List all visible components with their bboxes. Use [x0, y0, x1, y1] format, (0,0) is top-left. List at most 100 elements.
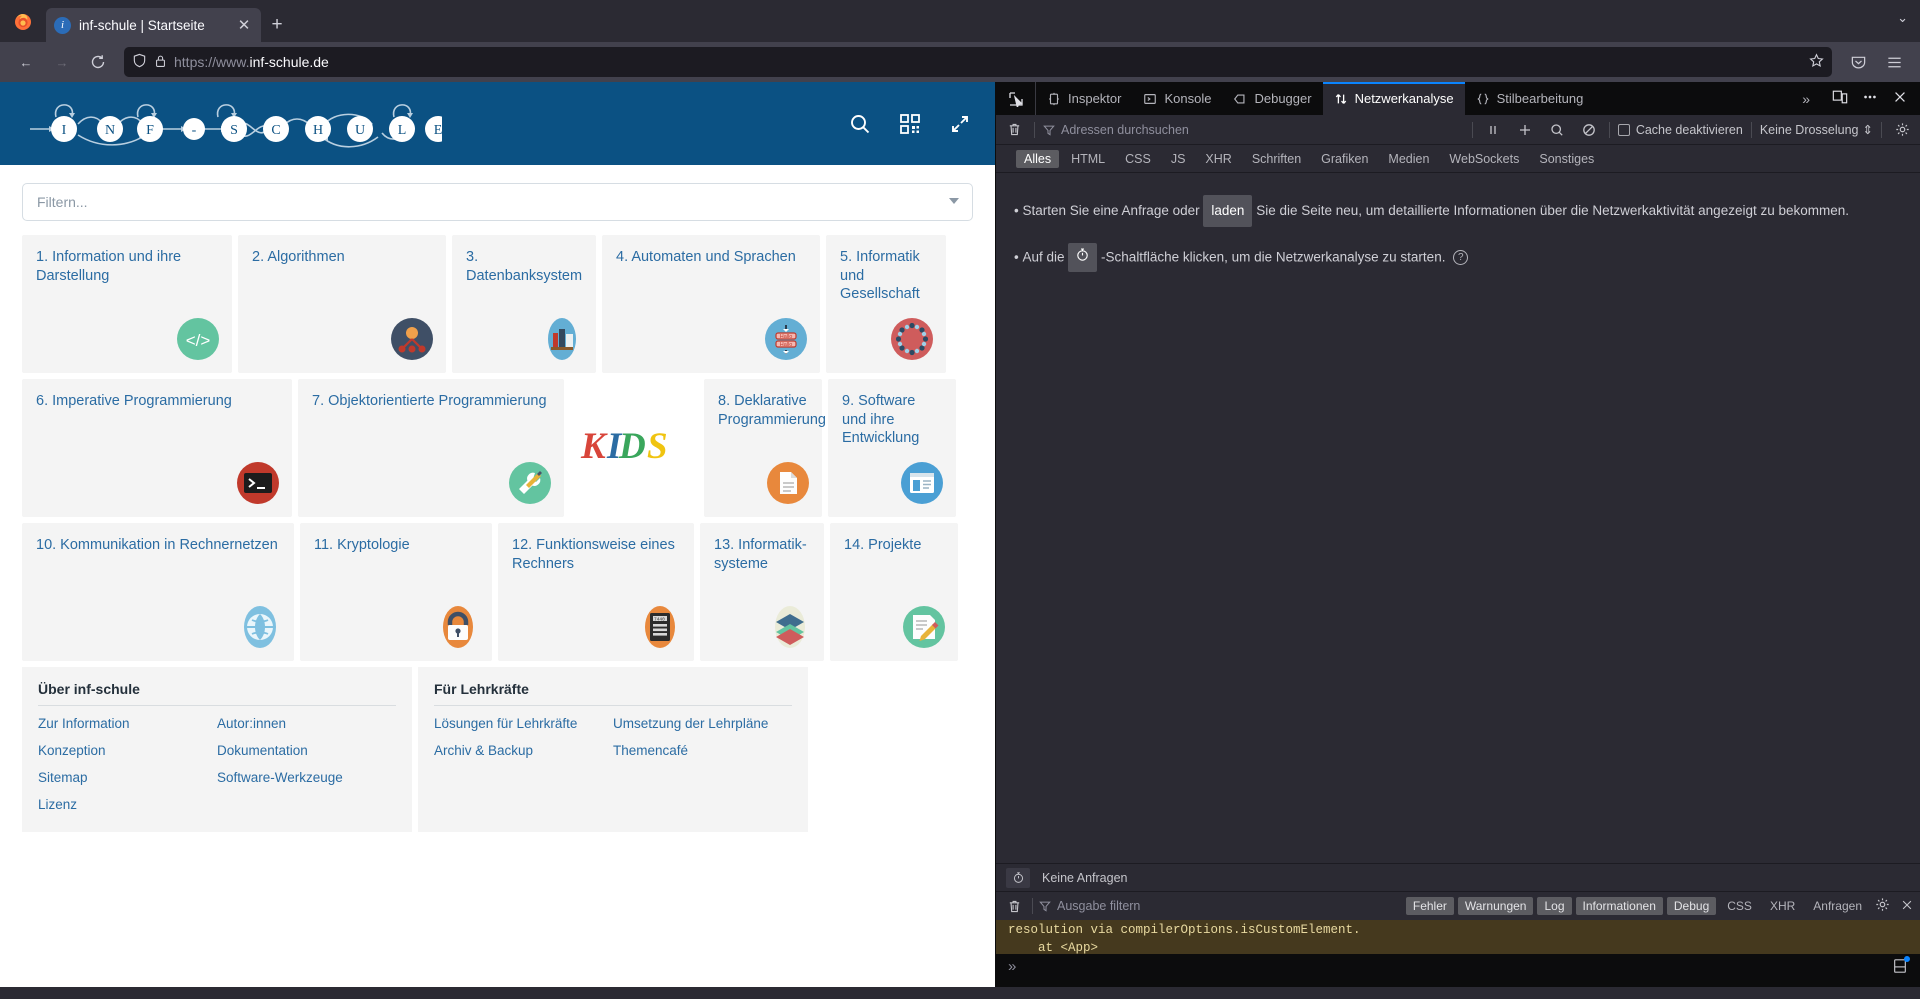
- chevron-updown-icon: ⇕: [1862, 123, 1873, 137]
- chevron-down-icon[interactable]: [949, 198, 959, 204]
- search-icon[interactable]: [1545, 119, 1569, 141]
- network-filter-xhr[interactable]: XHR: [1197, 150, 1239, 168]
- close-icon[interactable]: ✕: [235, 16, 253, 34]
- network-search-field[interactable]: Adressen durchsuchen: [1043, 123, 1464, 137]
- devtools-tab-inspektor[interactable]: Inspektor: [1036, 82, 1132, 115]
- console-filter-informationen[interactable]: Informationen: [1575, 897, 1663, 915]
- topic-card[interactable]: 4. Automaten und Sprachen Hallo Hallo: [602, 235, 820, 373]
- responsive-design-mode-icon[interactable]: [1832, 89, 1848, 108]
- filter-input[interactable]: [22, 183, 973, 221]
- console-warning-message[interactable]: resolution via compilerOptions.isCustomE…: [996, 920, 1920, 954]
- svg-text:-: -: [192, 123, 197, 138]
- stopwatch-icon[interactable]: [1068, 242, 1098, 273]
- pocket-icon[interactable]: [1842, 47, 1874, 77]
- footer-link[interactable]: Lizenz: [38, 797, 217, 812]
- topic-card[interactable]: 13. Informatik-systeme: [700, 523, 824, 661]
- plus-icon[interactable]: [1513, 119, 1537, 141]
- topic-card[interactable]: 11. Kryptologie: [300, 523, 492, 661]
- expand-icon[interactable]: [947, 111, 973, 137]
- topic-card[interactable]: 6. Imperative Programmierung: [22, 379, 292, 517]
- devtools-tab-stilbearbeitung[interactable]: Stilbearbeitung: [1465, 82, 1595, 115]
- trash-icon[interactable]: [1002, 895, 1026, 917]
- network-filter-schriften[interactable]: Schriften: [1244, 150, 1309, 168]
- footer-link[interactable]: Konzeption: [38, 743, 217, 758]
- address-bar[interactable]: https://www.inf-schule.de: [124, 47, 1832, 77]
- chevron-down-icon[interactable]: ⌄: [1897, 10, 1908, 26]
- topic-card[interactable]: 12. Funktionsweise eines Rechners 7440: [498, 523, 694, 661]
- console-input-row[interactable]: »: [996, 954, 1920, 987]
- forward-button[interactable]: →: [46, 47, 78, 77]
- close-icon[interactable]: [1900, 898, 1914, 915]
- console-filter-anfragen[interactable]: Anfragen: [1806, 897, 1869, 915]
- filter-row: [22, 183, 973, 221]
- topic-card[interactable]: 1. Information und ihre Darstellung </>: [22, 235, 232, 373]
- topic-card[interactable]: 8. Deklarative Programmierung: [704, 379, 826, 517]
- back-button[interactable]: ←: [10, 47, 42, 77]
- devtools-overflow-button[interactable]: »: [1792, 82, 1820, 115]
- network-filter-js[interactable]: JS: [1163, 150, 1194, 168]
- footer-link[interactable]: Autor:innen: [217, 716, 396, 731]
- network-filter-alles[interactable]: Alles: [1016, 149, 1060, 168]
- lock-icon[interactable]: [154, 54, 167, 71]
- devtools-tab-debugger[interactable]: Debugger: [1222, 82, 1322, 115]
- search-icon[interactable]: [847, 111, 873, 137]
- devtools-tab-konsole[interactable]: Konsole: [1132, 82, 1222, 115]
- gear-icon[interactable]: [1890, 119, 1914, 141]
- star-icon[interactable]: [1809, 53, 1824, 71]
- browser-tab[interactable]: i inf-schule | Startseite ✕: [46, 8, 261, 42]
- network-filter-html[interactable]: HTML: [1063, 150, 1113, 168]
- footer-link[interactable]: Themencafé: [613, 743, 792, 758]
- reload-button[interactable]: [82, 47, 114, 77]
- reload-link-button[interactable]: laden: [1203, 195, 1253, 227]
- console-filter-debug[interactable]: Debug: [1666, 897, 1717, 915]
- footer-link[interactable]: Archiv & Backup: [434, 743, 613, 758]
- checkbox-box[interactable]: [1617, 123, 1630, 136]
- hamburger-menu-icon[interactable]: [1878, 47, 1910, 77]
- topic-card[interactable]: 3. Datenbanksystem: [452, 235, 596, 373]
- topic-card[interactable]: 2. Algorithmen: [238, 235, 446, 373]
- console-filter-xhr[interactable]: XHR: [1763, 897, 1802, 915]
- split-console: Ausgabe filtern Fehler Warnungen Log Inform…: [996, 891, 1920, 987]
- topic-card[interactable]: 10. Kommunikation in Rechnernetzen: [22, 523, 294, 661]
- inf-schule-logo[interactable]: I N F - S C H U L E: [22, 93, 451, 155]
- disable-cache-checkbox[interactable]: Cache deaktivieren: [1617, 123, 1743, 137]
- console-filter-log[interactable]: Log: [1537, 897, 1572, 915]
- trash-icon[interactable]: [1002, 119, 1026, 141]
- shield-icon[interactable]: [132, 53, 147, 71]
- gear-icon[interactable]: [1875, 897, 1890, 915]
- pause-icon[interactable]: [1481, 119, 1505, 141]
- element-picker-icon[interactable]: [996, 82, 1036, 115]
- close-icon[interactable]: [1892, 89, 1908, 108]
- stopwatch-icon[interactable]: [1006, 867, 1030, 888]
- meatball-menu-icon[interactable]: [1862, 89, 1878, 108]
- topic-card[interactable]: 5. Informatik und Gesellschaft: [826, 235, 946, 373]
- topic-card[interactable]: 7. Objektorientierte Programmierung: [298, 379, 564, 517]
- kids-logo[interactable]: KIDS: [579, 422, 689, 475]
- footer-link[interactable]: Zur Information: [38, 716, 217, 731]
- network-filter-medien[interactable]: Medien: [1380, 150, 1437, 168]
- help-icon[interactable]: ?: [1453, 249, 1469, 265]
- footer-link[interactable]: Lösungen für Lehrkräfte: [434, 716, 613, 731]
- network-filter-grafiken[interactable]: Grafiken: [1313, 150, 1376, 168]
- qr-code-icon[interactable]: [897, 111, 923, 137]
- footer-link[interactable]: Dokumentation: [217, 743, 396, 758]
- topic-card[interactable]: 14. Projekte: [830, 523, 958, 661]
- console-filter-field[interactable]: Ausgabe filtern: [1039, 899, 1400, 913]
- devtools-tab-netzwerkanalyse[interactable]: Netzwerkanalyse: [1322, 82, 1465, 115]
- network-filter-css[interactable]: CSS: [1117, 150, 1159, 168]
- console-filter-css[interactable]: CSS: [1720, 897, 1759, 915]
- topic-card[interactable]: KIDS: [570, 379, 698, 517]
- split-console-icon[interactable]: [1892, 956, 1910, 977]
- new-tab-button[interactable]: +: [261, 8, 293, 42]
- console-filter-warnungen[interactable]: Warnungen: [1457, 897, 1534, 915]
- network-filter-websockets[interactable]: WebSockets: [1441, 150, 1527, 168]
- block-icon[interactable]: [1577, 119, 1601, 141]
- console-filter-fehler[interactable]: Fehler: [1405, 897, 1454, 915]
- network-filter-sonstiges[interactable]: Sonstiges: [1531, 150, 1602, 168]
- throttle-select[interactable]: Keine Drosselung ⇕: [1760, 122, 1873, 138]
- footer-link[interactable]: Software-Werkzeuge: [217, 770, 396, 785]
- footer-link[interactable]: Sitemap: [38, 770, 217, 785]
- footer-link[interactable]: Umsetzung der Lehrpläne: [613, 716, 792, 731]
- url-text[interactable]: https://www.inf-schule.de: [174, 54, 1802, 70]
- topic-card[interactable]: 9. Software und ihre Entwicklung: [828, 379, 956, 517]
